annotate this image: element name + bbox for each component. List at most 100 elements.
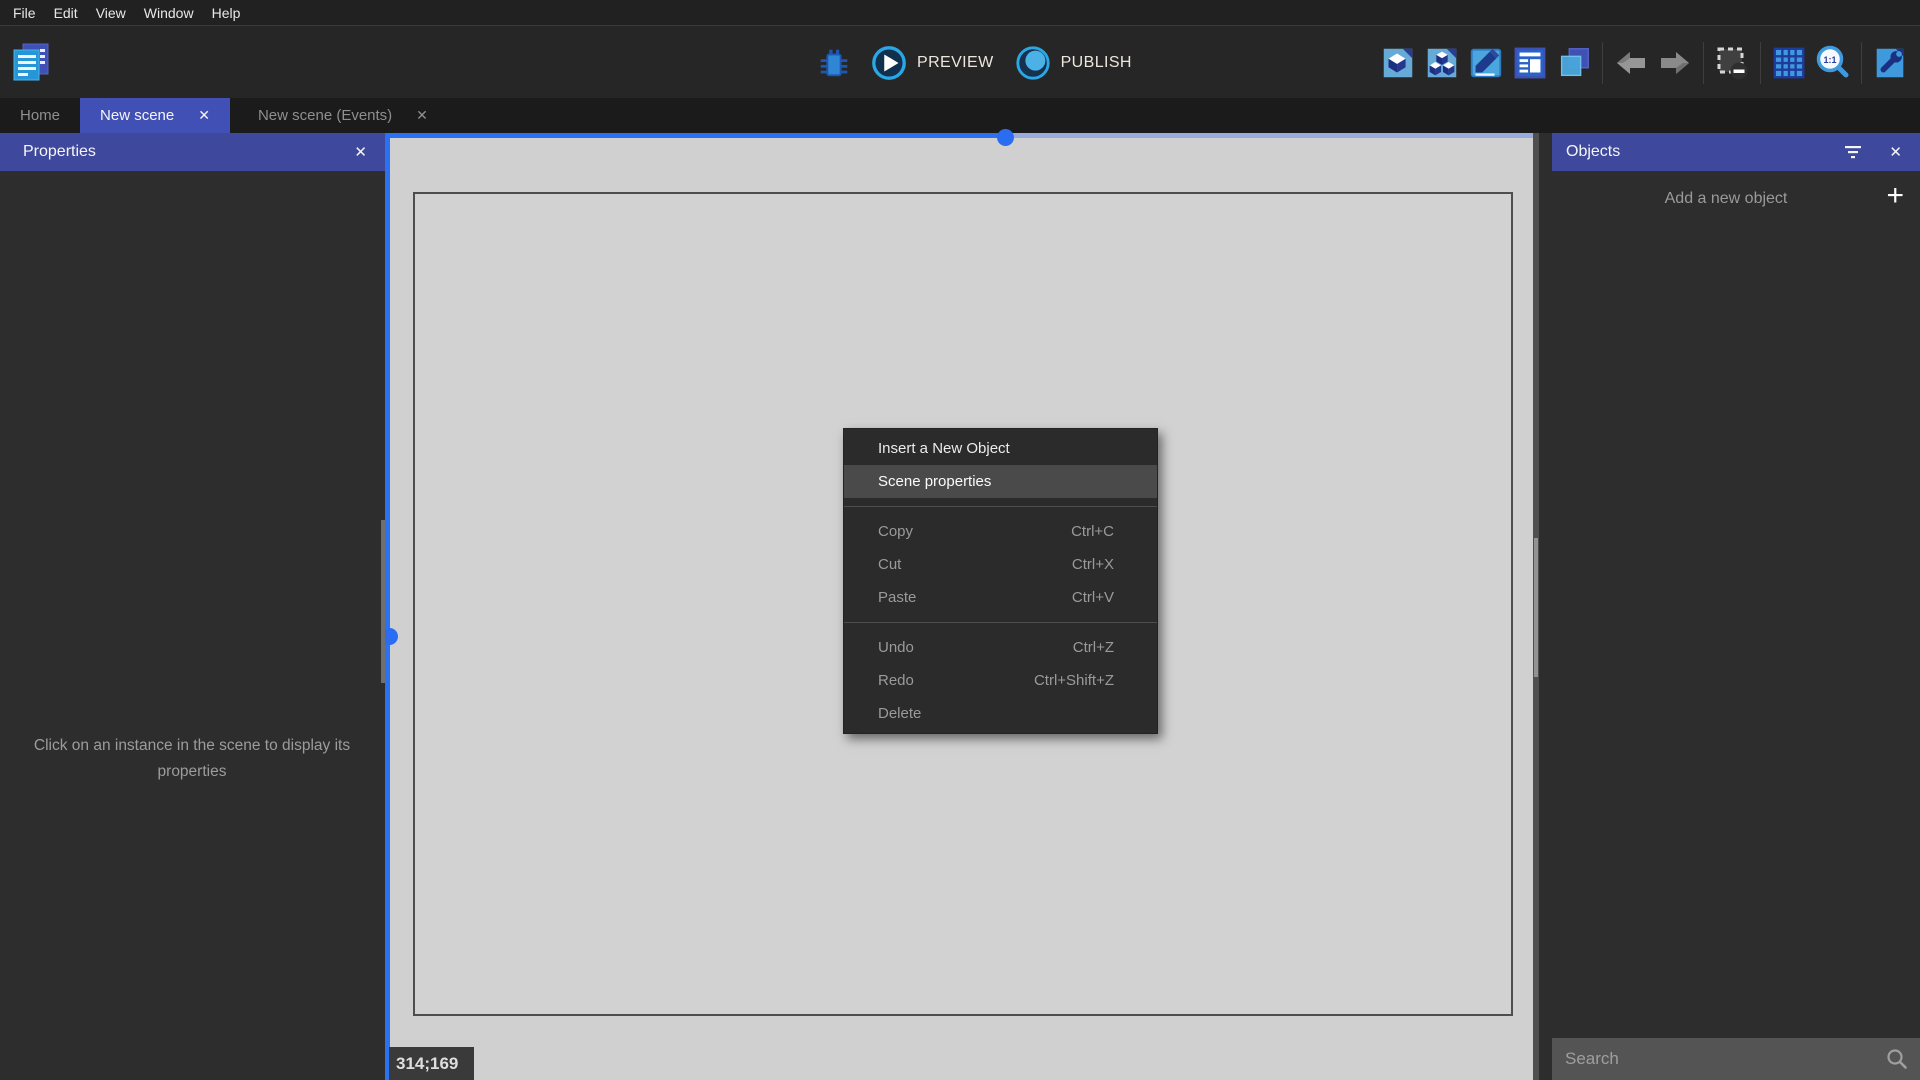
undo-button[interactable] bbox=[1609, 41, 1653, 85]
camera-border-left bbox=[385, 133, 390, 1080]
search-icon bbox=[1886, 1048, 1908, 1070]
menu-item-label: Undo bbox=[878, 639, 914, 656]
toolbar-separator bbox=[1703, 42, 1704, 84]
menu-window[interactable]: Window bbox=[135, 5, 203, 21]
menu-item-label: Copy bbox=[878, 523, 913, 540]
menu-item-shortcut: Ctrl+C bbox=[1071, 523, 1114, 540]
toolbar: PREVIEW PUBLISH bbox=[0, 25, 1920, 98]
object-groups-button[interactable] bbox=[1420, 41, 1464, 85]
project-manager-icon bbox=[8, 40, 54, 86]
publish-globe-icon bbox=[1014, 44, 1052, 82]
resize-handle-top[interactable] bbox=[997, 129, 1014, 146]
cursor-coordinates: 314;169 bbox=[389, 1047, 474, 1080]
project-manager-button[interactable] bbox=[8, 40, 54, 86]
grid-icon bbox=[1770, 44, 1808, 82]
undo-icon bbox=[1611, 43, 1651, 83]
menu-view[interactable]: View bbox=[87, 5, 135, 21]
panel-title: Objects bbox=[1566, 143, 1620, 161]
tab-new-scene-events[interactable]: New scene (Events) ✕ bbox=[238, 98, 448, 133]
zoom-original-button[interactable]: 1:1 bbox=[1811, 41, 1855, 85]
toolbar-right-group: 1:1 bbox=[1376, 26, 1912, 99]
context-menu-item-cut[interactable]: Cut Ctrl+X bbox=[844, 548, 1157, 581]
instances-list-button[interactable] bbox=[1508, 41, 1552, 85]
menu-separator bbox=[844, 622, 1157, 623]
properties-panel: Properties ✕ Click on an instance in the… bbox=[0, 133, 385, 1080]
edit-properties-button[interactable] bbox=[1464, 41, 1508, 85]
tab-home[interactable]: Home bbox=[0, 98, 80, 133]
context-menu-item-redo[interactable]: Redo Ctrl+Shift+Z bbox=[844, 664, 1157, 697]
menu-help[interactable]: Help bbox=[203, 5, 250, 21]
wrench-icon bbox=[1871, 44, 1909, 82]
cubes-icon bbox=[1423, 44, 1461, 82]
layers-button[interactable] bbox=[1552, 41, 1596, 85]
menu-item-label: Redo bbox=[878, 672, 914, 689]
menu-bar: File Edit View Window Help bbox=[0, 0, 1920, 25]
panel-gutter bbox=[1539, 133, 1552, 1080]
menu-separator bbox=[844, 506, 1157, 507]
context-menu-item-paste[interactable]: Paste Ctrl+V bbox=[844, 581, 1157, 614]
search-bar bbox=[1552, 1038, 1920, 1080]
menu-edit[interactable]: Edit bbox=[45, 5, 87, 21]
filter-icon[interactable] bbox=[1843, 144, 1863, 160]
tab-label: New scene (Events) bbox=[258, 107, 392, 124]
left-scrollbar-thumb[interactable] bbox=[381, 520, 385, 683]
bug-icon bbox=[815, 44, 853, 82]
camera-border-top bbox=[385, 133, 1006, 138]
zoom-1to1-icon: 1:1 bbox=[1813, 43, 1853, 83]
toolbar-separator bbox=[1760, 42, 1761, 84]
search-input[interactable] bbox=[1552, 1049, 1886, 1069]
add-object-row: Add a new object + bbox=[1552, 171, 1920, 227]
menu-item-label: Scene properties bbox=[878, 473, 991, 490]
toolbar-separator bbox=[1602, 42, 1603, 84]
context-menu-item-insert-object[interactable]: Insert a New Object bbox=[844, 432, 1157, 465]
properties-panel-header: Properties ✕ bbox=[0, 133, 385, 171]
context-menu-item-undo[interactable]: Undo Ctrl+Z bbox=[844, 631, 1157, 664]
add-object-label: Add a new object bbox=[1665, 190, 1788, 208]
add-object-button[interactable]: + bbox=[1886, 181, 1904, 211]
objects-editor-button[interactable] bbox=[1376, 41, 1420, 85]
close-icon[interactable]: ✕ bbox=[354, 143, 367, 161]
context-menu-item-copy[interactable]: Copy Ctrl+C bbox=[844, 515, 1157, 548]
scene-cube-icon bbox=[1379, 44, 1417, 82]
tab-label: Home bbox=[20, 107, 60, 124]
context-menu: Insert a New Object Scene properties Cop… bbox=[843, 428, 1158, 734]
redo-icon bbox=[1655, 43, 1695, 83]
close-icon[interactable]: ✕ bbox=[198, 107, 210, 124]
svg-text:1:1: 1:1 bbox=[1823, 55, 1836, 65]
menu-item-label: Delete bbox=[878, 705, 921, 722]
tab-label: New scene bbox=[100, 107, 174, 124]
close-icon[interactable]: ✕ bbox=[416, 107, 428, 124]
panel-title: Properties bbox=[23, 143, 96, 161]
redo-button[interactable] bbox=[1653, 41, 1697, 85]
publish-button[interactable]: PUBLISH bbox=[1014, 44, 1132, 82]
scene-properties-button[interactable] bbox=[1868, 41, 1912, 85]
debugger-button[interactable] bbox=[812, 41, 856, 85]
tab-new-scene[interactable]: New scene ✕ bbox=[80, 98, 230, 133]
pencil-icon bbox=[1467, 44, 1505, 82]
preview-label: PREVIEW bbox=[917, 54, 994, 72]
context-menu-item-scene-properties[interactable]: Scene properties bbox=[844, 465, 1157, 498]
play-icon bbox=[870, 44, 908, 82]
list-panel-icon bbox=[1511, 44, 1549, 82]
vertical-scrollbar-thumb[interactable] bbox=[1534, 538, 1538, 677]
toolbar-center-group: PREVIEW PUBLISH bbox=[812, 26, 1152, 99]
deselect-icon bbox=[1712, 43, 1752, 83]
clear-selection-button[interactable] bbox=[1710, 41, 1754, 85]
layers-icon bbox=[1555, 44, 1593, 82]
menu-item-shortcut: Ctrl+Z bbox=[1073, 639, 1114, 656]
menu-item-shortcut: Ctrl+X bbox=[1072, 556, 1114, 573]
objects-panel-header: Objects ✕ bbox=[1552, 133, 1920, 171]
publish-label: PUBLISH bbox=[1061, 54, 1132, 72]
context-menu-item-delete[interactable]: Delete bbox=[844, 697, 1157, 730]
camera-border-top-extension bbox=[1006, 133, 1533, 138]
toggle-grid-button[interactable] bbox=[1767, 41, 1811, 85]
close-icon[interactable]: ✕ bbox=[1889, 143, 1902, 161]
tab-bar: Home New scene ✕ New scene (Events) ✕ bbox=[0, 98, 1920, 133]
menu-item-shortcut: Ctrl+Shift+Z bbox=[1034, 672, 1114, 689]
menu-item-label: Insert a New Object bbox=[878, 440, 1010, 457]
objects-panel: Objects ✕ Add a new object + bbox=[1552, 133, 1920, 1080]
properties-empty-message: Click on an instance in the scene to dis… bbox=[32, 733, 352, 786]
menu-file[interactable]: File bbox=[4, 5, 45, 21]
preview-button[interactable]: PREVIEW bbox=[870, 44, 994, 82]
toolbar-separator bbox=[1861, 42, 1862, 84]
